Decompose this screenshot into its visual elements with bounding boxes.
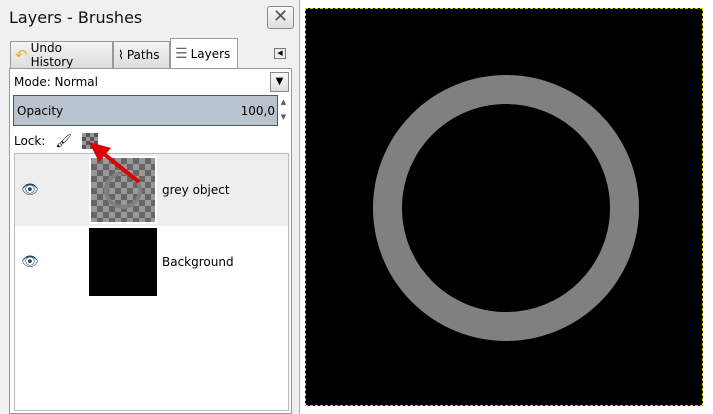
paths-icon: ⌇ [118, 48, 124, 62]
lock-label: Lock: [14, 134, 46, 148]
tab-paths[interactable]: ⌇ Paths [113, 41, 170, 68]
layers-dock: Layers - Brushes ✕ ↶ Undo History ⌇ Paths … [0, 0, 300, 414]
layers-icon: ☰ [175, 46, 188, 62]
tab-layers[interactable]: ☰ Layers [170, 38, 238, 69]
layers-list: 👁 grey object 👁 Background [14, 153, 289, 411]
eye-icon[interactable]: 👁 [21, 254, 39, 270]
tab-undo-history[interactable]: ↶ Undo History [10, 41, 113, 69]
lock-pixels-icon[interactable]: 🖌 [55, 134, 72, 149]
layer-name: grey object [162, 183, 230, 197]
opacity-value: 100,0 [240, 103, 275, 118]
tab-label: Layers [190, 47, 231, 61]
opacity-spinner[interactable]: ▲ ▼ [278, 95, 289, 126]
tab-menu-button[interactable]: ◀ [274, 48, 286, 59]
layer-row[interactable]: 👁 Background [15, 226, 288, 298]
grey-ring [373, 75, 639, 341]
undo-icon: ↶ [15, 46, 28, 64]
mode-dropdown[interactable]: ▼ [270, 72, 289, 92]
mode-label: Mode: Normal [14, 75, 98, 89]
layer-row[interactable]: 👁 grey object [15, 154, 288, 226]
eye-icon[interactable]: 👁 [21, 182, 39, 198]
dock-title: Layers - Brushes [9, 8, 143, 27]
tab-label: Undo History [30, 41, 74, 69]
image-canvas[interactable] [305, 8, 703, 406]
opacity-slider[interactable]: Opacity 100,0 [13, 95, 278, 126]
tab-label: Paths [126, 48, 160, 62]
annotation-arrow [89, 142, 141, 184]
close-button[interactable]: ✕ [267, 6, 294, 29]
layer-thumbnail [89, 228, 157, 296]
layer-name: Background [162, 255, 234, 269]
opacity-label: Opacity [17, 103, 64, 118]
